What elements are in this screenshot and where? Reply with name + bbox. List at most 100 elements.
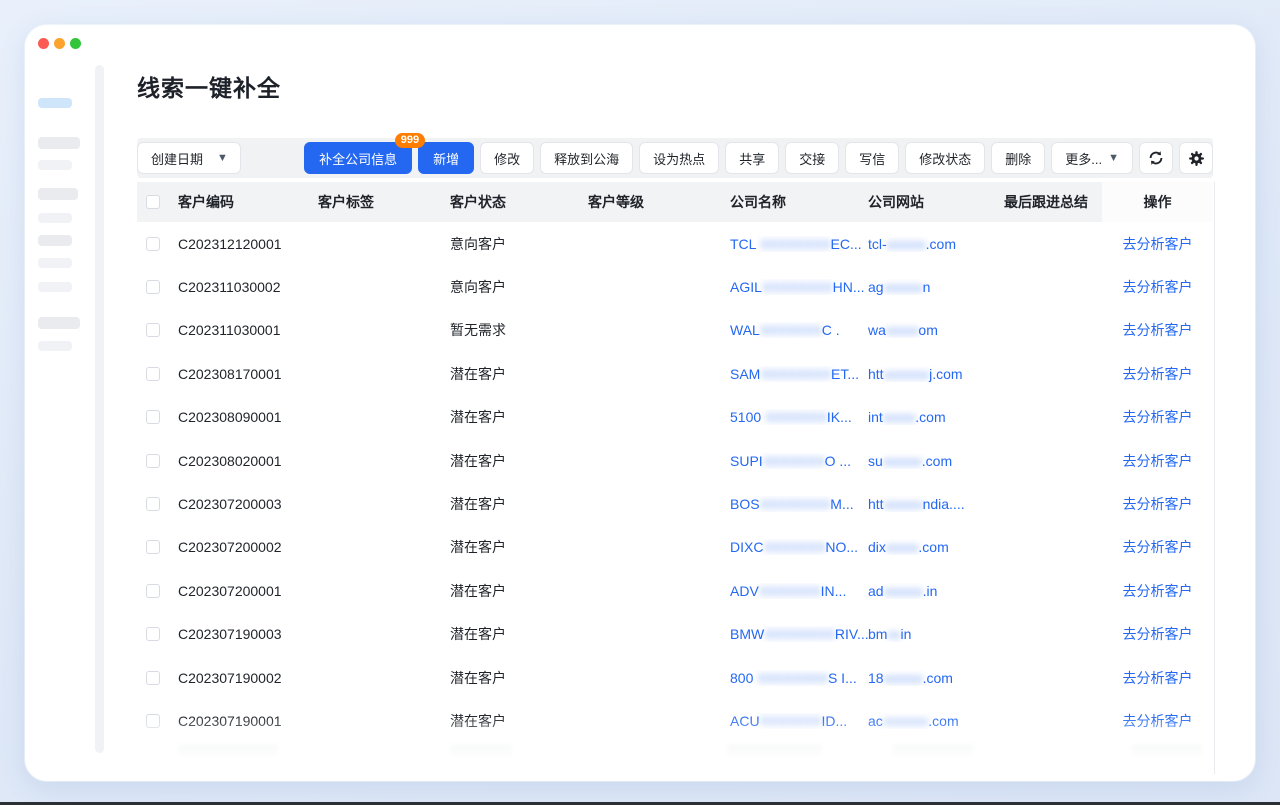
toolbar-button[interactable]: 写信 — [845, 142, 899, 174]
toolbar-button[interactable]: 交接 — [785, 142, 839, 174]
row-checkbox[interactable] — [146, 671, 160, 685]
customer-status: 潜在客户 — [450, 494, 588, 514]
customer-code: C202312120001 — [178, 236, 318, 252]
complete-company-info-button[interactable]: 补全公司信息 — [304, 142, 412, 174]
company-website-link[interactable]: bmxxin — [868, 626, 1004, 642]
analyze-customer-link[interactable]: 去分析客户 — [1123, 713, 1193, 729]
app-window: 线索一键补全 创建日期 ▼ 补全公司信息 999 新增 修改释放到公海设为热点共… — [25, 25, 1255, 781]
toolbar-button[interactable]: 修改状态 — [905, 142, 985, 174]
row-checkbox[interactable] — [146, 627, 160, 641]
company-website-link[interactable]: waxxxxxom — [868, 322, 1004, 338]
table-row: C202307190001 潜在客户 ACUXXXXXXXID... acxxx… — [137, 699, 1213, 742]
customer-status: 暂无需求 — [450, 320, 588, 340]
table-row: C202307200001 潜在客户 ADVXXXXXXXIN... adxxx… — [137, 569, 1213, 612]
analyze-customer-link[interactable]: 去分析客户 — [1123, 322, 1193, 338]
add-button[interactable]: 新增 — [418, 142, 474, 174]
partially-visible-row — [137, 743, 1213, 759]
customer-code: C202307200003 — [178, 496, 318, 512]
toolbar-button[interactable]: 删除 — [991, 142, 1045, 174]
row-checkbox[interactable] — [146, 714, 160, 728]
main-content: 线索一键补全 创建日期 ▼ 补全公司信息 999 新增 修改释放到公海设为热点共… — [137, 25, 1213, 781]
sidebar-item-skeleton — [38, 188, 78, 200]
company-website-link[interactable]: acxxxxxxx.com — [868, 713, 1004, 729]
table-row: C202311030001 暂无需求 WALXXXXXXXC . waxxxxx… — [137, 309, 1213, 352]
row-checkbox[interactable] — [146, 584, 160, 598]
analyze-customer-link[interactable]: 去分析客户 — [1123, 496, 1193, 512]
row-checkbox[interactable] — [146, 454, 160, 468]
table-row: C202308020001 潜在客户 SUPIXXXXXXXO ... suxx… — [137, 439, 1213, 482]
sidebar-item-skeleton — [38, 213, 72, 223]
toolbar-button[interactable]: 修改 — [480, 142, 534, 174]
company-website-link[interactable]: adxxxxxx.in — [868, 583, 1004, 599]
toolbar-button[interactable]: 共享 — [725, 142, 779, 174]
zoom-window-dot[interactable] — [70, 38, 81, 49]
company-name-link[interactable]: ACUXXXXXXXID... — [730, 713, 868, 729]
toolbar-button[interactable]: 释放到公海 — [540, 142, 633, 174]
analyze-customer-link[interactable]: 去分析客户 — [1123, 409, 1193, 425]
company-name-link[interactable]: AGILXXXXXXXXHN... — [730, 279, 868, 295]
row-checkbox[interactable] — [146, 280, 160, 294]
analyze-customer-link[interactable]: 去分析客户 — [1123, 279, 1193, 295]
company-website-link[interactable]: suxxxxxx.com — [868, 453, 1004, 469]
customer-code: C202308090001 — [178, 409, 318, 425]
analyze-customer-link[interactable]: 去分析客户 — [1123, 236, 1193, 252]
table-row: C202308170001 潜在客户 SAMXXXXXXXXET... httx… — [137, 352, 1213, 395]
table-row: C202308090001 潜在客户 5100 XXXXXXXIK... int… — [137, 396, 1213, 439]
company-website-link[interactable]: dixxxxxx.com — [868, 539, 1004, 555]
table-body: C202312120001 意向客户 TCL XXXXXXXXEC... tcl… — [137, 222, 1213, 743]
company-website-link[interactable]: agxxxxxxn — [868, 279, 1004, 295]
company-website-link[interactable]: intxxxxx.com — [868, 409, 1004, 425]
row-checkbox[interactable] — [146, 497, 160, 511]
company-name-link[interactable]: BMWXXXXXXXXRIV... — [730, 626, 868, 642]
company-website-link[interactable]: tcl-xxxxxx.com — [868, 236, 1004, 252]
company-name-link[interactable]: 5100 XXXXXXXIK... — [730, 409, 868, 425]
customer-code: C202311030002 — [178, 279, 318, 295]
company-name-link[interactable]: WALXXXXXXXC . — [730, 322, 868, 338]
row-checkbox[interactable] — [146, 237, 160, 251]
refresh-button[interactable] — [1139, 142, 1173, 174]
company-name-link[interactable]: ADVXXXXXXXIN... — [730, 583, 868, 599]
company-website-link[interactable]: httxxxxxxndia.... — [868, 496, 1004, 512]
customer-code: C202308170001 — [178, 366, 318, 382]
analyze-customer-link[interactable]: 去分析客户 — [1123, 583, 1193, 599]
company-name-link[interactable]: SAMXXXXXXXXET... — [730, 366, 868, 382]
row-checkbox[interactable] — [146, 540, 160, 554]
date-filter-dropdown[interactable]: 创建日期 ▼ — [137, 142, 241, 174]
analyze-customer-link[interactable]: 去分析客户 — [1123, 539, 1193, 555]
analyze-customer-link[interactable]: 去分析客户 — [1123, 366, 1193, 382]
company-website-link[interactable]: httxxxxxxxj.com — [868, 366, 1004, 382]
fixed-column-divider — [1214, 182, 1215, 774]
minimize-window-dot[interactable] — [54, 38, 65, 49]
table-row: C202311030002 意向客户 AGILXXXXXXXXHN... agx… — [137, 265, 1213, 308]
analyze-customer-link[interactable]: 去分析客户 — [1123, 453, 1193, 469]
table-row: C202307190002 潜在客户 800 XXXXXXXXS I... 18… — [137, 656, 1213, 699]
analyze-customer-link[interactable]: 去分析客户 — [1123, 670, 1193, 686]
sidebar-active-item-skeleton — [38, 98, 72, 108]
company-website-link[interactable]: 18xxxxxx.com — [868, 670, 1004, 686]
company-name-link[interactable]: BOSXXXXXXXXM... — [730, 496, 868, 512]
column-header-actions: 操作 — [1102, 182, 1213, 222]
sidebar-item-skeleton — [38, 258, 72, 268]
date-filter-label: 创建日期 — [151, 149, 203, 168]
toolbar-button[interactable]: 设为热点 — [639, 142, 719, 174]
row-checkbox[interactable] — [146, 323, 160, 337]
table-row: C202307200002 潜在客户 DIXCXXXXXXXNO... dixx… — [137, 526, 1213, 569]
column-header-customer-code: 客户编码 — [178, 192, 318, 212]
table-row: C202307190003 潜在客户 BMWXXXXXXXXRIV... bmx… — [137, 613, 1213, 656]
settings-button[interactable] — [1179, 142, 1213, 174]
select-all-checkbox[interactable] — [146, 195, 160, 209]
sidebar-item-skeleton — [38, 341, 72, 351]
more-button[interactable]: 更多... ▼ — [1051, 142, 1133, 174]
close-window-dot[interactable] — [38, 38, 49, 49]
company-name-link[interactable]: 800 XXXXXXXXS I... — [730, 670, 868, 686]
customer-code: C202307200002 — [178, 539, 318, 555]
company-name-link[interactable]: TCL XXXXXXXXEC... — [730, 236, 868, 252]
company-name-link[interactable]: DIXCXXXXXXXNO... — [730, 539, 868, 555]
company-name-link[interactable]: SUPIXXXXXXXO ... — [730, 453, 868, 469]
sidebar-item-skeleton — [38, 137, 80, 149]
refresh-icon — [1148, 150, 1164, 166]
row-checkbox[interactable] — [146, 410, 160, 424]
row-checkbox[interactable] — [146, 367, 160, 381]
customer-status: 潜在客户 — [450, 581, 588, 601]
analyze-customer-link[interactable]: 去分析客户 — [1123, 626, 1193, 642]
